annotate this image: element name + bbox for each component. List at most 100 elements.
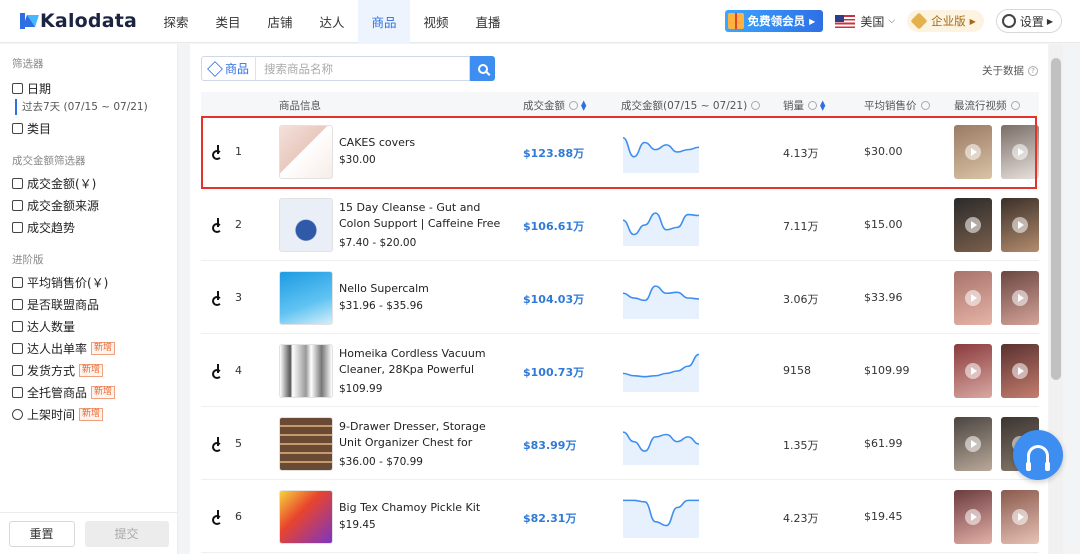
popular-video-thumbnail[interactable]	[954, 344, 992, 398]
date-range-value[interactable]: 过去7天 (07/15 ~ 07/21)	[15, 99, 177, 115]
enterprise-button[interactable]: 企业版 ▶	[907, 10, 984, 32]
help-icon: ?	[1028, 65, 1038, 76]
product-thumbnail[interactable]	[279, 344, 333, 398]
table-row[interactable]: 1 CAKES covers $30.00 $123.88万 4.13万 $30.00	[201, 116, 1039, 188]
tiktok-icon	[211, 437, 222, 452]
popular-video-thumbnail[interactable]	[954, 490, 992, 544]
advanced-filter-item[interactable]: 达人出单率 新增	[0, 337, 177, 359]
settings-button[interactable]: 设置 ▶	[995, 9, 1062, 33]
product-name[interactable]: CAKES covers	[339, 135, 504, 151]
average-price: $30.00	[864, 145, 903, 158]
header-avg-price[interactable]: 平均销售价	[864, 98, 930, 113]
gmv-amount: $104.03万	[523, 293, 585, 306]
popular-video-thumbnail[interactable]	[954, 198, 992, 252]
reset-button[interactable]: 重置	[8, 520, 75, 547]
product-name[interactable]: Homeika Cordless Vacuum Cleaner, 28Kpa P…	[339, 346, 504, 378]
popular-video-thumbnail[interactable]	[954, 125, 992, 179]
table-row[interactable]: 2 15 Day Cleanse - Gut and Colon Support …	[201, 189, 1039, 261]
amount-filter-item[interactable]: 成交趋势	[0, 216, 177, 238]
submit-button[interactable]: 提交	[84, 520, 169, 547]
scrollbar[interactable]	[1049, 44, 1063, 554]
sort-icon: ▲ ▼	[820, 98, 826, 112]
nav-item[interactable]: 视频	[410, 0, 462, 43]
caret-right-icon: ▶	[969, 16, 976, 26]
table-row[interactable]: 5 9-Drawer Dresser, Storage Unit Organize…	[201, 408, 1039, 480]
product-thumbnail[interactable]	[279, 271, 333, 325]
sparkline-area	[623, 137, 699, 173]
filter-date[interactable]: 日期	[0, 77, 177, 99]
search-type-label: 商品	[224, 62, 249, 76]
product-thumbnail[interactable]	[279, 490, 333, 544]
scrollbar-thumb[interactable]	[1051, 58, 1061, 380]
product-name[interactable]: Big Tex Chamoy Pickle Kit	[339, 500, 504, 516]
popular-video-thumbnail[interactable]	[1001, 198, 1039, 252]
region-selector[interactable]: 美国 ⌵	[835, 13, 895, 30]
popular-video-thumbnail[interactable]	[1001, 490, 1039, 544]
advanced-filter-label: 上架时间	[27, 407, 76, 422]
search-input[interactable]	[255, 56, 470, 81]
nav-item[interactable]: 类目	[202, 0, 254, 43]
product-thumbnail[interactable]	[279, 125, 333, 179]
product-name[interactable]: 15 Day Cleanse - Gut and Colon Support |…	[339, 200, 504, 232]
table-row[interactable]: 3 Nello Supercalm $31.96 - $35.96 $104.03万 3…	[201, 262, 1039, 334]
free-membership-label: 免费领会员	[747, 14, 806, 28]
popular-video-thumbnail[interactable]	[1001, 125, 1039, 179]
popular-video-thumbnail[interactable]	[954, 271, 992, 325]
table-row[interactable]: 4 Homeika Cordless Vacuum Cleaner, 28Kpa …	[201, 335, 1039, 407]
advanced-filter-item[interactable]: 发货方式 新增	[0, 359, 177, 381]
sparkline-area	[623, 213, 699, 246]
popular-video-thumbnail[interactable]	[1001, 271, 1039, 325]
search-bar: 商品	[201, 56, 495, 81]
header-amount[interactable]: 成交金额 ▲ ▼	[523, 98, 587, 113]
rank-number: 6	[235, 510, 242, 523]
filter-category[interactable]: 类目	[0, 117, 177, 139]
caret-right-icon: ▶	[1046, 16, 1053, 26]
play-icon	[1012, 144, 1028, 160]
search-button[interactable]	[470, 56, 495, 81]
help-icon	[920, 101, 930, 110]
trend-sparkline	[623, 499, 699, 538]
logo[interactable]: Kalodata	[20, 10, 150, 32]
product-name[interactable]: Nello Supercalm	[339, 281, 504, 297]
product-name[interactable]: 9-Drawer Dresser, Storage Unit Organizer…	[339, 419, 504, 451]
header-sales[interactable]: 销量 ▲ ▼	[783, 98, 826, 113]
table-row[interactable]: 6 Big Tex Chamoy Pickle Kit $19.45 $82.31万 4…	[201, 481, 1039, 553]
popular-video-thumbnail[interactable]	[954, 417, 992, 471]
advanced-filter-item[interactable]: 是否联盟商品	[0, 293, 177, 315]
calendar-icon	[12, 82, 23, 94]
free-membership-button[interactable]: 免费领会员 ▶	[724, 10, 824, 32]
amount-filter-label: 成交金额来源	[27, 198, 100, 213]
header-product: 商品信息	[279, 100, 321, 112]
play-icon	[1012, 290, 1028, 306]
cube-icon	[207, 60, 223, 77]
product-thumbnail[interactable]	[279, 417, 333, 471]
amount-filter-item[interactable]: 成交金额(￥)	[0, 172, 177, 194]
advanced-filter-item[interactable]: 全托管商品 新增	[0, 381, 177, 403]
nav-item[interactable]: 商品	[358, 0, 410, 43]
about-data-link[interactable]: 关于数据 ?	[982, 63, 1038, 78]
nav-item[interactable]: 探索	[150, 0, 202, 43]
sales-volume: 4.13万	[783, 147, 819, 160]
amount-filter-item[interactable]: 成交金额来源	[0, 194, 177, 216]
tiktok-icon	[211, 291, 222, 306]
nav-item[interactable]: 达人	[306, 0, 358, 43]
filter-icon	[12, 177, 23, 189]
customer-support-button[interactable]	[1013, 430, 1063, 480]
nav-item[interactable]: 店铺	[254, 0, 306, 43]
region-label: 美国	[860, 14, 885, 29]
popular-video-thumbnail[interactable]	[1001, 344, 1039, 398]
filter-category-label: 类目	[27, 121, 52, 136]
search-type-tab[interactable]: 商品	[201, 56, 255, 81]
nav-item[interactable]: 直播	[462, 0, 514, 43]
new-badge: 新增	[91, 385, 116, 399]
help-icon	[569, 101, 578, 110]
product-thumbnail[interactable]	[279, 198, 333, 252]
advanced-filter-item[interactable]: 平均销售价(￥)	[0, 271, 177, 293]
sales-volume: 3.06万	[783, 293, 819, 306]
advanced-filter-label: 达人出单率	[27, 341, 88, 356]
new-badge: 新增	[79, 407, 104, 421]
kalodata-logo-icon	[20, 13, 36, 29]
amount-filter-label: 成交趋势	[27, 220, 76, 235]
advanced-filter-item[interactable]: 上架时间 新增	[0, 403, 177, 425]
advanced-filter-item[interactable]: 达人数量	[0, 315, 177, 337]
